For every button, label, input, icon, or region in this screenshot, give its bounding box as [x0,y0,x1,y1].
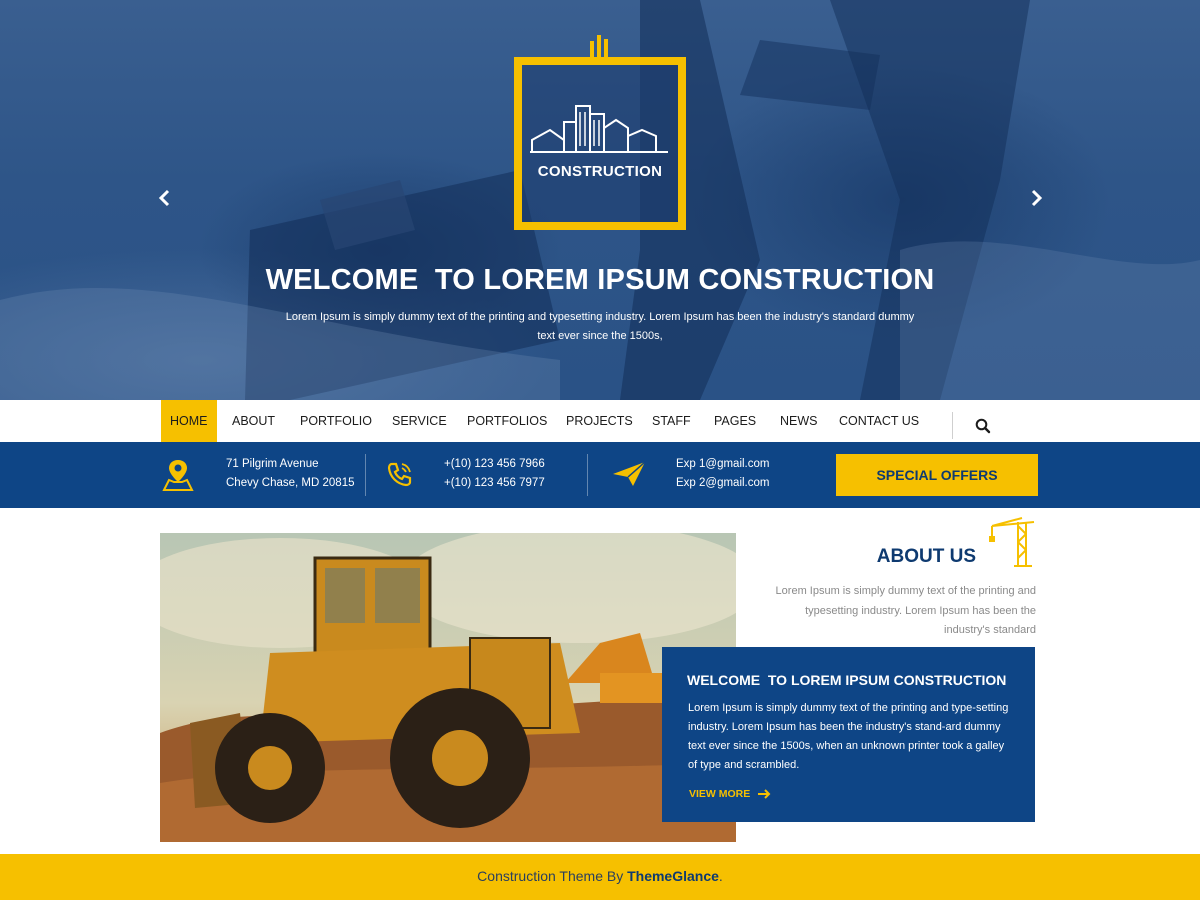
view-more-label: VIEW MORE [689,788,751,800]
crane-icon [989,517,1035,567]
phone-number-1[interactable]: +(10) 123 456 7966 [444,458,545,470]
map-pin-icon [162,460,194,491]
nav-item-contact-us[interactable]: CONTACT US [839,400,919,442]
bulldozer-image [160,533,736,842]
footer-suffix: . [718,868,723,884]
view-more-link[interactable]: VIEW MORE [689,788,771,800]
info-separator [587,454,588,496]
nav-item-portfolio[interactable]: PORTFOLIO [300,400,372,442]
nav-item-staff[interactable]: STAFF [652,400,691,442]
about-us-heading: ABOUT US [876,546,976,567]
footer-prefix: Construction Theme By [477,868,628,884]
logo-chimney-icon [590,35,608,59]
nav-item-home[interactable]: HOME [161,400,217,442]
nav-divider [952,412,953,439]
paper-plane-icon [613,461,646,486]
welcome-card-text: Lorem Ipsum is simply dummy text of the … [688,702,1009,771]
special-offers-button[interactable]: SPECIAL OFFERS [836,454,1038,496]
nav-item-service[interactable]: SERVICE [392,400,447,442]
address-line-2: Chevy Chase, MD 20815 [226,477,355,489]
phone-number-2[interactable]: +(10) 123 456 7977 [444,477,545,489]
email-address-1[interactable]: Exp 1@gmail.com [676,458,769,470]
email-address-2[interactable]: Exp 2@gmail.com [676,477,769,489]
footer-credit: Construction Theme By ThemeGlance. [0,868,1200,884]
hero-subtitle: Lorem Ipsum is simply dummy text of the … [285,311,915,342]
nav-item-news[interactable]: NEWS [780,400,818,442]
nav-item-pages[interactable]: PAGES [714,400,756,442]
skyline-icon [530,105,668,153]
hero-title: WELCOME TO LOREM IPSUM CONSTRUCTION [265,264,935,296]
chevron-left-icon [158,189,170,207]
search-icon[interactable] [974,417,992,435]
arrow-right-icon [758,789,771,799]
main-navigation: HOME ABOUT PORTFOLIO SERVICE PORTFOLIOS … [0,400,1200,442]
slider-prev-button[interactable] [153,186,177,210]
about-us-text: Lorem Ipsum is simply dummy text of the … [775,585,1036,636]
nav-item-about[interactable]: ABOUT [232,400,275,442]
slider-next-button[interactable] [1024,186,1048,210]
chevron-right-icon [1031,189,1043,207]
phone-icon [387,462,412,487]
nav-item-projects[interactable]: PROJECTS [566,400,633,442]
info-separator [365,454,366,496]
logo-text: CONSTRUCTION [537,163,663,180]
footer-brand-link[interactable]: ThemeGlance [627,868,719,884]
welcome-card-title: WELCOME TO LOREM IPSUM CONSTRUCTION [687,672,1007,688]
address-line-1: 71 Pilgrim Avenue [226,458,319,470]
construction-photo [160,533,736,842]
nav-item-portfolios[interactable]: PORTFOLIOS [467,400,547,442]
